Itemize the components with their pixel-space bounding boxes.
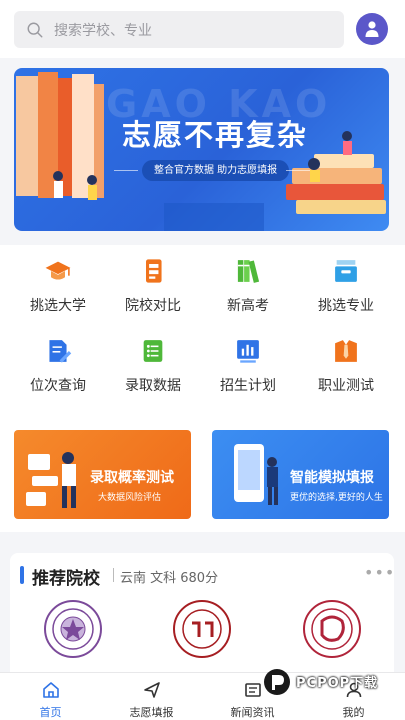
section-accent-bar [20, 566, 24, 584]
smart-fill-subtitle: 更优的选择,更好的人生 [290, 493, 383, 503]
section-divider [113, 568, 114, 582]
probability-test-subtitle: 大数据风险评估 [98, 493, 162, 503]
watermark-text: PCPOP下载 [296, 676, 379, 691]
smart-fill-card[interactable]: 智能模拟填报 更优的选择,更好的人生 [212, 430, 389, 519]
tab-label: 我的 [342, 706, 365, 719]
top-bar: 搜索学校、专业 [0, 0, 405, 58]
grid-item-enrollment-plan[interactable]: 招生计划 [208, 325, 288, 395]
phone-illustration [234, 444, 278, 505]
grid-item-new-gaokao[interactable]: 新高考 [208, 245, 288, 315]
tsinghua-seal-icon[interactable] [43, 599, 103, 659]
grid-item-label: 位次查询 [30, 378, 86, 394]
send-icon [143, 682, 160, 698]
grid-item-select-major[interactable]: 挑选专业 [306, 245, 386, 315]
fudan-seal-icon[interactable] [302, 599, 362, 659]
grid-item-label: 录取数据 [125, 378, 181, 394]
section-subtitle: 云南 文科 680分 [120, 571, 219, 586]
banner-subline: 整合官方数据 助力志愿填报 [142, 160, 290, 181]
search-icon [27, 22, 43, 37]
grid-item-label: 新高考 [227, 298, 269, 314]
grid-item-label: 挑选大学 [30, 298, 86, 314]
news-icon [244, 683, 261, 697]
recommended-schools: 推荐院校 云南 文科 680分 ••• [10, 553, 394, 683]
profile-button[interactable] [356, 13, 388, 45]
shirt-tie-icon [335, 340, 357, 362]
banner-divider-left [114, 170, 138, 171]
tab-home[interactable]: 首页 [0, 673, 101, 720]
peking-seal-icon[interactable] [172, 599, 232, 659]
compare-doc-icon [146, 259, 162, 283]
grid-item-label: 招生计划 [220, 378, 276, 394]
graduation-cap-icon [45, 261, 71, 280]
grid-item-label: 职业测试 [318, 378, 374, 394]
promo-cards: 录取概率测试 大数据风险评估 智能模拟填报 更优的选择,更好的人生 [0, 420, 405, 532]
grid-item-career-test[interactable]: 职业测试 [306, 325, 386, 395]
pen-doc-icon [49, 340, 72, 363]
smart-fill-title: 智能模拟填报 [290, 470, 374, 486]
feature-grid: 挑选大学 院校对比 新高考 挑选专业 位次查询 录取数据 招生计划 职业测试 [0, 245, 405, 420]
banner-divider-right [286, 170, 310, 171]
more-options-icon[interactable]: ••• [364, 565, 395, 581]
grid-item-compare-schools[interactable]: 院校对比 [113, 245, 193, 315]
bar-chart-icon [237, 340, 259, 363]
site-watermark: PCPOP下载 [262, 667, 402, 697]
tab-label: 志愿填报 [129, 706, 174, 719]
books-icon [237, 260, 260, 283]
probability-test-card[interactable]: 录取概率测试 大数据风险评估 [14, 430, 191, 519]
search-input[interactable]: 搜索学校、专业 [14, 11, 344, 48]
grid-item-label: 院校对比 [125, 298, 181, 314]
grid-item-rank-query[interactable]: 位次查询 [18, 325, 98, 395]
list-doc-icon [143, 340, 163, 362]
banner-headline: 志愿不再复杂 [122, 118, 309, 152]
tab-label: 新闻资讯 [230, 706, 275, 719]
person-reading-illustration [26, 452, 76, 508]
search-placeholder: 搜索学校、专业 [54, 22, 152, 39]
grid-item-label: 挑选专业 [318, 298, 374, 314]
promo-banner[interactable]: GAO KAO 志愿不再复杂 整合官方数据 助力志愿填报 [14, 68, 389, 231]
inbox-tray-icon [335, 260, 357, 282]
grid-item-admission-data[interactable]: 录取数据 [113, 325, 193, 395]
section-title: 推荐院校 [32, 569, 100, 589]
home-icon [42, 682, 59, 698]
user-icon [365, 21, 379, 37]
tab-label: 首页 [39, 706, 62, 719]
watermark-logo-icon [264, 669, 290, 695]
tab-application[interactable]: 志愿填报 [101, 673, 202, 720]
probability-test-title: 录取概率测试 [90, 470, 174, 486]
grid-item-select-university[interactable]: 挑选大学 [18, 245, 98, 315]
